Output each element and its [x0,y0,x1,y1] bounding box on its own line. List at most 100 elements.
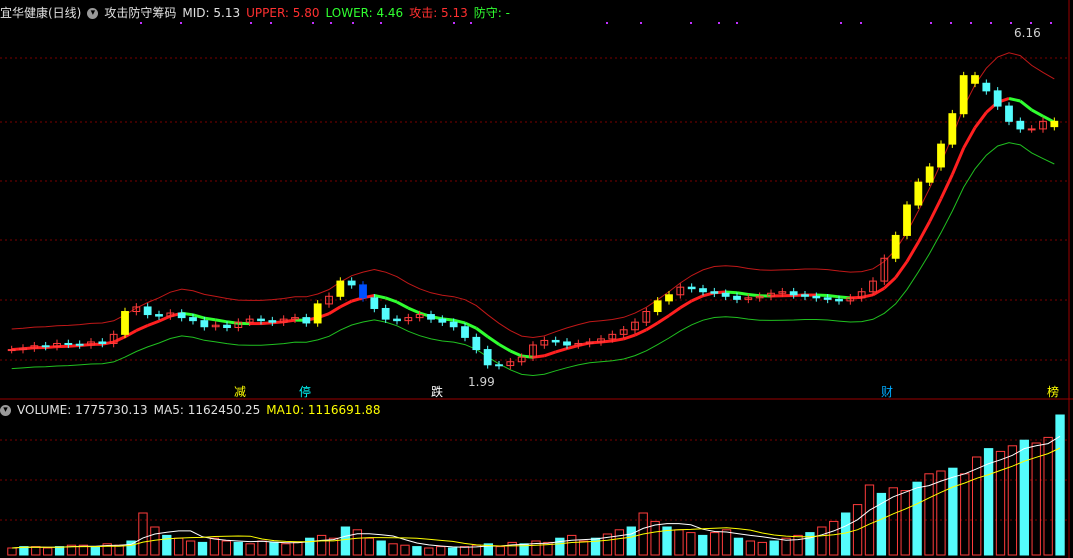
marker-dot [380,22,382,24]
candle-body [937,143,945,168]
mid-line-segment [1008,97,1021,103]
marker-dot [970,22,972,24]
volume-bar [400,544,410,556]
volume-bar [43,547,53,556]
volume-bar [840,512,851,556]
mid-line-segment [486,335,500,346]
volume-bar [54,546,65,556]
candle-body [41,345,50,348]
candle-body [903,204,911,236]
mid-line-segment [260,321,273,326]
volume-bar [221,540,232,556]
chart-canvas[interactable]: 6.16 1.99 [0,0,1073,558]
price-header: 宜华健康(日线) ▾ 攻击防守筹码 MID: 5.13 UPPER: 5.80 … [0,4,516,22]
candle-body [721,292,730,297]
candle-body [347,280,356,286]
signal-label-ting: 停 [299,385,312,399]
volume-bar [972,456,982,556]
candle-body [257,318,265,322]
volume-bar [305,537,315,556]
candle-body [495,364,503,367]
mid-line-segment [407,306,421,315]
volume-bar [650,520,660,556]
candle-body [823,297,832,300]
signal-label-die: 跌 [431,385,444,399]
volume-header: ▾ VOLUME: 1775730.13 MA5: 1162450.25 MA1… [0,401,386,419]
signal-label-jian: 减 [234,385,247,399]
volume-bar [233,541,243,556]
volume-bar [388,543,398,556]
mid-line-segment [736,291,749,297]
candle-body [393,318,401,322]
mid-line-segment [679,299,693,310]
mid-line-segment [328,305,342,315]
mid-line-segment [973,111,988,129]
marker-dot [690,22,692,24]
volume-bar [197,541,208,556]
marker-dot [736,22,738,24]
candle-body [971,75,979,84]
marker-dot [640,22,642,24]
volume-bar [185,540,196,556]
volume-bar [376,540,386,556]
mid-line-segment [748,293,760,298]
stock-name[interactable]: 宜华健康(日线) [0,4,81,22]
candle-body [98,341,107,344]
candle-body [948,113,957,145]
mid-line-segment [135,324,149,332]
indicator-name[interactable]: 攻击防守筹码 [104,4,176,22]
candle-body [302,317,311,324]
mid-line-segment [158,314,171,323]
mid-value: MID: 5.13 [182,6,241,20]
candle-body [370,297,379,309]
volume-bar [817,526,827,556]
volume-bar [960,473,970,556]
candle-body [982,82,991,92]
candle-body [925,166,934,183]
lower-value: LOWER: 4.46 [325,6,404,20]
volume-bar [1019,439,1029,556]
volume-ma10-line [11,447,1061,549]
volume-bar [733,537,744,556]
candle-body [710,291,719,294]
marker-dot [1030,22,1032,24]
marker-dot [840,22,842,24]
mid-line-segment [634,328,647,337]
volume-ma5-line [11,435,1061,549]
marker-dot [470,22,472,24]
volume-bar [436,546,446,556]
mid-line-segment [475,327,489,338]
candle-body [381,307,390,320]
volume-bar [709,532,720,556]
marker-dot [453,22,455,24]
volume-bar [912,481,922,556]
mid-line-segment [917,220,931,244]
candle-body [665,294,673,302]
volume-bar [900,490,910,556]
candle-body [687,286,696,290]
volume-menu-icon[interactable]: ▾ [0,404,11,416]
candle-body [64,342,73,345]
volume-bar [1055,414,1065,556]
mid-line-segment [113,335,126,344]
upper-band-line [11,52,1055,339]
volume-bar [793,534,803,556]
volume-bar [7,547,17,556]
candle-body [835,298,843,302]
marker-dot [1010,22,1012,24]
candle-body [359,284,367,299]
candle-body [789,291,798,296]
volume-bar [674,529,684,556]
marker-dot [250,22,252,24]
mid-line-segment [1019,99,1033,112]
volume-bar [245,543,255,556]
candle-body [268,320,277,323]
marker-dot [950,22,952,24]
volume-bars [7,414,1065,556]
volume-bar [698,534,708,556]
indicator-menu-icon[interactable]: ▾ [87,7,99,19]
mid-line-segment [215,318,228,324]
marker-dot [330,22,332,24]
mid-line-segment [385,296,398,304]
mid-line-segment [827,294,840,299]
